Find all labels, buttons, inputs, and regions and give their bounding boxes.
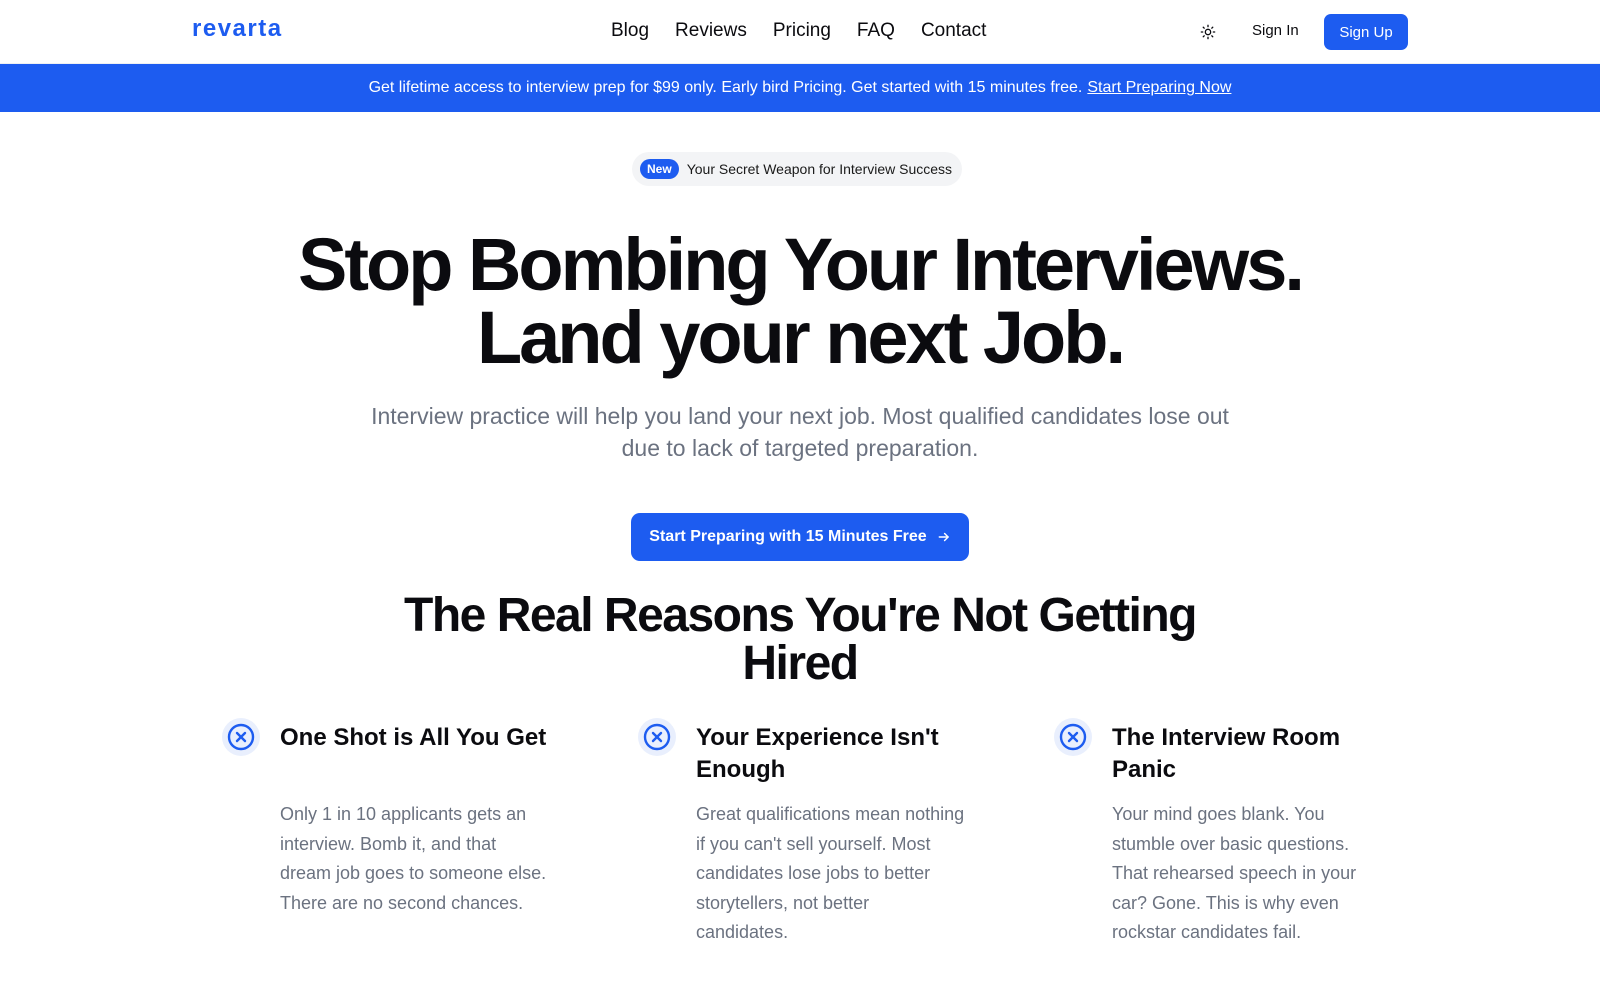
new-badge: New xyxy=(640,159,679,179)
sign-up-button[interactable]: Sign Up xyxy=(1324,14,1408,50)
hero-title-line-1: Stop Bombing Your Interviews. xyxy=(298,223,1305,306)
cta-label: Start Preparing with 15 Minutes Free xyxy=(649,528,927,545)
nav-link-reviews[interactable]: Reviews xyxy=(675,20,747,42)
nav-link-blog[interactable]: Blog xyxy=(611,20,649,42)
reason-title: Your Experience Isn't Enough xyxy=(696,724,939,783)
announcement-pill: New Your Secret Weapon for Interview Suc… xyxy=(632,152,963,186)
promo-banner: Get lifetime access to interview prep fo… xyxy=(0,64,1600,112)
reason-desc: Great qualifications mean nothing if you… xyxy=(696,804,965,942)
reason-title: The Interview Room Panic xyxy=(1112,724,1341,783)
theme-toggle-button[interactable] xyxy=(1198,22,1218,42)
nav-link-contact[interactable]: Contact xyxy=(921,20,986,42)
reason-desc: Your mind goes blank. You stumble over b… xyxy=(1112,804,1357,942)
top-nav: revarta Blog Reviews Pricing FAQ Contact… xyxy=(0,0,1600,64)
nav-link-faq[interactable]: FAQ xyxy=(857,20,895,42)
sign-in-button[interactable]: Sign In xyxy=(1252,22,1299,39)
hero-title: Stop Bombing Your Interviews. Land your … xyxy=(0,223,1600,379)
arrow-right-icon xyxy=(938,532,949,542)
x-circle-icon xyxy=(638,718,676,756)
banner-text: Get lifetime access to interview prep fo… xyxy=(368,79,1083,96)
sun-icon xyxy=(1200,24,1216,40)
reasons-heading: The Real Reasons You're Not Getting Hire… xyxy=(404,589,1197,690)
nav-menu: Blog Reviews Pricing FAQ Contact xyxy=(611,20,986,42)
reason-title: One Shot is All You Get xyxy=(280,724,547,751)
banner-link[interactable]: Start Preparing Now xyxy=(1087,79,1231,97)
x-circle-icon xyxy=(1054,718,1092,756)
x-circle-icon xyxy=(222,718,260,756)
nav-link-pricing[interactable]: Pricing xyxy=(773,20,831,42)
pill-text: Your Secret Weapon for Interview Success xyxy=(686,161,953,177)
hero-subtitle: Interview practice will help you land yo… xyxy=(371,403,1229,461)
start-preparing-button[interactable]: Start Preparing with 15 Minutes Free xyxy=(631,513,969,561)
hero-title-line-2: Land your next Job. xyxy=(476,296,1126,379)
reason-desc: Only 1 in 10 applicants gets an intervie… xyxy=(280,804,547,913)
logo[interactable]: revarta xyxy=(192,15,283,43)
